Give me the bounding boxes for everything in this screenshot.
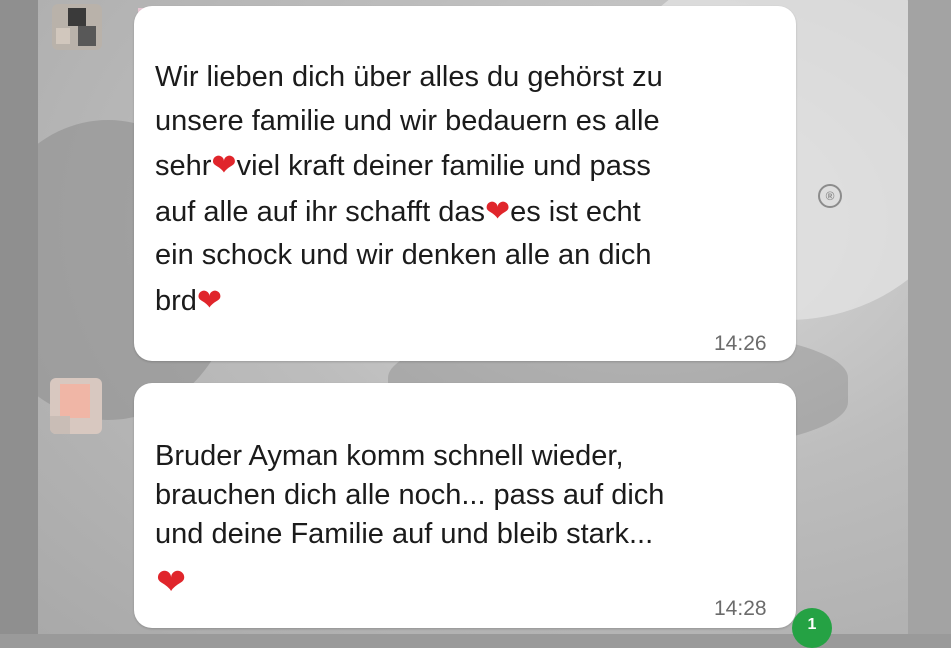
background-edge-right [908,0,951,634]
red-heart-icon: ❤ [211,149,237,182]
message-timestamp: 14:26 [714,332,767,355]
message-timestamp: 14:28 [714,597,767,620]
avatar[interactable] [50,378,102,434]
background-edge-left [0,0,38,634]
message-bubble[interactable]: Bruder Ayman komm schnell wieder, brauch… [134,383,796,628]
unread-count-badge[interactable]: 1 [792,608,832,648]
red-heart-icon: ❤ [196,283,223,317]
red-heart-icon: ❤ [156,561,187,602]
registered-mark-icon: ® [818,184,842,208]
red-heart-icon: ❤ [484,194,511,228]
message-text: Wir lieben dich über alles du gehörst zu… [155,61,663,317]
message-text: Bruder Ayman komm schnell wieder, brauch… [155,440,665,551]
message-bubble[interactable]: Wir lieben dich über alles du gehörst zu… [134,6,796,361]
avatar[interactable] [52,4,102,50]
